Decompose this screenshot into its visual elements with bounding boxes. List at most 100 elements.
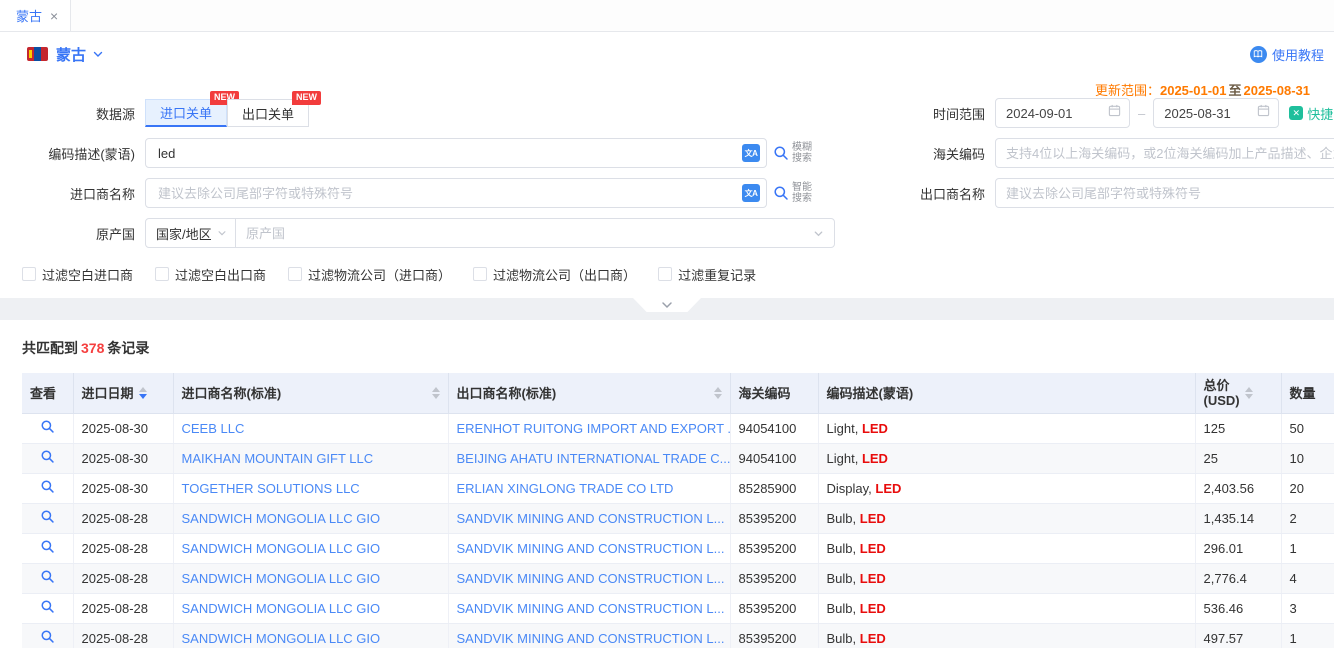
results-section: 共匹配到378条记录 查看 进口日期 进口商名称(标准) 出口商名称(标准) 海… [0,320,1334,648]
view-magnifier-icon[interactable] [40,419,55,434]
code-desc-cell: Bulb, LED [818,563,1195,593]
importer-link[interactable]: SANDWICH MONGOLIA LLC GIO [182,631,381,646]
filter-row-importer: 进口商名称 文A 智能搜索 出口商名称 [0,178,1334,208]
exporter-input[interactable] [995,178,1334,208]
exporter-link[interactable]: SANDVIK MINING AND CONSTRUCTION L... [457,631,725,646]
origin-input[interactable] [236,226,813,241]
checkbox-filter-logistics-exporter[interactable]: 过滤物流公司（出口商） [473,265,636,284]
importer-link[interactable]: MAIKHAN MOUNTAIN GIFT LLC [182,451,374,466]
view-magnifier-icon[interactable] [40,449,55,464]
end-date-input[interactable]: 2025-08-31 [1153,98,1279,128]
mongolia-flag-icon [27,47,48,61]
filter-row-source: 数据源 进口关单 NEW 出口关单 NEW 时间范围 2024-09-01 [0,98,1334,128]
hs-code-cell: 85285900 [730,473,818,503]
country-title[interactable]: 蒙古 [56,44,86,65]
exporter-cell: SANDVIK MINING AND CONSTRUCTION L... [448,503,730,533]
total-usd-cell: 497.57 [1195,623,1281,648]
tab-close-icon[interactable]: × [50,9,58,23]
checkbox-icon[interactable] [155,267,169,281]
view-cell [22,443,73,473]
exporter-link[interactable]: SANDVIK MINING AND CONSTRUCTION L... [457,511,725,526]
smart-search-button[interactable]: 智能搜索 [773,182,835,204]
importer-link[interactable]: SANDWICH MONGOLIA LLC GIO [182,571,381,586]
importer-cell: SANDWICH MONGOLIA LLC GIO [173,623,448,648]
importer-link[interactable]: SANDWICH MONGOLIA LLC GIO [182,511,381,526]
quick-select-link[interactable]: ✕ 快捷 [1289,104,1333,123]
exporter-link[interactable]: ERENHOT RUITONG IMPORT AND EXPORT ... [457,421,731,436]
update-range: 更新范围：2025-01-01至2025-08-31 [1095,80,1310,99]
tab-import-orders[interactable]: 进口关单 NEW [145,99,227,127]
checkbox-filter-blank-exporter[interactable]: 过滤空白出口商 [155,265,266,284]
importer-cell: TOGETHER SOLUTIONS LLC [173,473,448,503]
exporter-link[interactable]: ERLIAN XINGLONG TRADE CO LTD [457,481,674,496]
view-magnifier-icon[interactable] [40,539,55,554]
importer-link[interactable]: CEEB LLC [182,421,245,436]
exporter-link[interactable]: BEIJING AHATU INTERNATIONAL TRADE C... [457,451,731,466]
fuzzy-search-button[interactable]: 模糊搜索 [773,142,835,164]
start-date-input[interactable]: 2024-09-01 [995,98,1130,128]
hs-code-input[interactable] [995,138,1334,168]
view-cell [22,503,73,533]
checkbox-icon[interactable] [658,267,672,281]
exporter-link[interactable]: SANDVIK MINING AND CONSTRUCTION L... [457,571,725,586]
translate-icon[interactable]: 文A [742,184,760,202]
tutorial-link[interactable]: 使用教程 [1250,32,1324,76]
tab-mongolia[interactable]: 蒙古 × [0,0,71,31]
header-exporter[interactable]: 出口商名称(标准) [448,373,730,413]
table-row: 2025-08-28 SANDWICH MONGOLIA LLC GIO SAN… [22,533,1334,563]
importer-cell: SANDWICH MONGOLIA LLC GIO [173,563,448,593]
exporter-cell: SANDVIK MINING AND CONSTRUCTION L... [448,533,730,563]
view-magnifier-icon[interactable] [40,479,55,494]
view-cell [22,623,73,648]
exporter-link[interactable]: SANDVIK MINING AND CONSTRUCTION L... [457,541,725,556]
checkbox-icon[interactable] [288,267,302,281]
quantity-cell: 10 [1281,443,1334,473]
importer-link[interactable]: TOGETHER SOLUTIONS LLC [182,481,360,496]
tab-export-orders[interactable]: 出口关单 NEW [227,99,309,127]
source-tabs: 进口关单 NEW 出口关单 NEW [145,99,835,127]
import-date-cell: 2025-08-30 [73,413,173,443]
header-import-date[interactable]: 进口日期 [73,373,173,413]
checkbox-icon[interactable] [22,267,36,281]
chevron-down-icon[interactable] [813,228,824,239]
origin-input-box: 国家/地区 [145,218,835,248]
checkbox-filter-duplicates[interactable]: 过滤重复记录 [658,265,756,284]
view-cell [22,473,73,503]
header-total-usd[interactable]: 总价(USD) [1195,373,1281,413]
importer-link[interactable]: SANDWICH MONGOLIA LLC GIO [182,601,381,616]
importer-label: 进口商名称 [0,184,135,203]
view-magnifier-icon[interactable] [40,599,55,614]
header-importer[interactable]: 进口商名称(标准) [173,373,448,413]
region-select[interactable]: 国家/地区 [146,219,236,247]
hs-code-field [995,138,1334,168]
collapse-handle[interactable] [633,298,701,312]
checkbox-filter-logistics-importer[interactable]: 过滤物流公司（进口商） [288,265,451,284]
filter-panel: 更新范围：2025-01-01至2025-08-31 数据源 进口关单 NEW … [0,76,1334,320]
view-magnifier-icon[interactable] [40,569,55,584]
hs-code-cell: 85395200 [730,533,818,563]
view-magnifier-icon[interactable] [40,629,55,644]
header-quantity: 数量 [1281,373,1334,413]
total-usd-cell: 2,403.56 [1195,473,1281,503]
importer-input[interactable] [156,185,742,202]
led-highlight: LED [860,571,886,586]
checkbox-icon[interactable] [473,267,487,281]
translate-icon[interactable]: 文A [742,144,760,162]
table-row: 2025-08-28 SANDWICH MONGOLIA LLC GIO SAN… [22,593,1334,623]
exporter-link[interactable]: SANDVIK MINING AND CONSTRUCTION L... [457,601,725,616]
code-desc-input[interactable] [156,145,742,162]
led-highlight: LED [860,601,886,616]
new-badge: NEW [292,91,321,105]
importer-cell: SANDWICH MONGOLIA LLC GIO [173,503,448,533]
checkbox-filter-blank-importer[interactable]: 过滤空白进口商 [22,265,133,284]
result-count: 共匹配到378条记录 [22,338,1334,358]
time-range-field: 2024-09-01 – 2025-08-31 ✕ 快捷 [995,98,1333,128]
view-magnifier-icon[interactable] [40,509,55,524]
total-usd-cell: 2,776.4 [1195,563,1281,593]
chevron-down-icon[interactable] [92,48,104,60]
update-range-label: 更新范围： [1095,83,1160,98]
importer-link[interactable]: SANDWICH MONGOLIA LLC GIO [182,541,381,556]
hs-code-cell: 94054100 [730,413,818,443]
code-desc-label: 编码描述(蒙语) [0,144,135,163]
code-desc-field: 文A 模糊搜索 [145,138,835,168]
